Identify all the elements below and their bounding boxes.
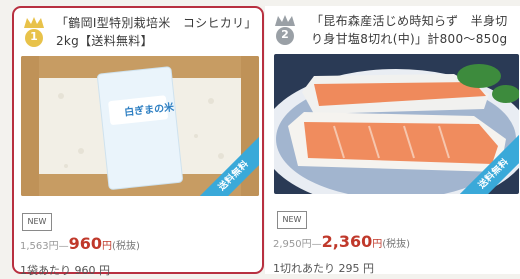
list-price-unit: 円: [301, 239, 312, 250]
product-title[interactable]: 「昆布森産活じめ時知らず 半身切り身甘塩8切れ(中)」計800～850g【ク..…: [311, 12, 512, 48]
price-line: 1,563円—960円(税抜): [20, 234, 140, 253]
product-title[interactable]: 「鶴岡I型特別栽培米 コシヒカリ」2kg【送料無料】: [56, 14, 254, 50]
product-card-2[interactable]: 2 「昆布森産活じめ時知らず 半身切り身甘塩8切れ(中)」計800～850g【ク…: [265, 6, 520, 275]
rank-number: 2: [281, 28, 289, 41]
list-price-unit: 円: [48, 241, 59, 252]
per-unit-price: 1袋あたり 960 円: [20, 264, 110, 277]
new-badge: NEW: [277, 211, 307, 229]
rank-number: 1: [30, 30, 38, 43]
rank-badge-1: 1: [20, 14, 48, 48]
sale-price-unit: 円: [372, 239, 383, 250]
price-separator: —: [58, 241, 69, 252]
tax-note: (税抜): [112, 241, 140, 252]
price-line: 2,950円—2,360円(税抜): [273, 232, 410, 251]
product-image[interactable]: 送料無料: [274, 54, 519, 194]
tax-note: (税抜): [382, 239, 411, 250]
list-price: 1,563: [20, 241, 49, 252]
price-separator: —: [311, 239, 322, 250]
sale-price-unit: 円: [102, 241, 113, 252]
rank-badge-2: 2: [271, 12, 299, 46]
product-image[interactable]: 白ぎまの米 送料無料: [21, 56, 259, 196]
sale-price: 960: [68, 234, 103, 253]
new-badge: NEW: [22, 213, 52, 231]
sale-price: 2,360: [321, 232, 373, 251]
per-unit-price: 1切れあたり 295 円: [273, 262, 374, 275]
list-price: 2,950: [273, 239, 302, 250]
product-card-1[interactable]: 1 「鶴岡I型特別栽培米 コシヒカリ」2kg【送料無料】 白ぎまの米 送料無料 …: [12, 6, 264, 277]
